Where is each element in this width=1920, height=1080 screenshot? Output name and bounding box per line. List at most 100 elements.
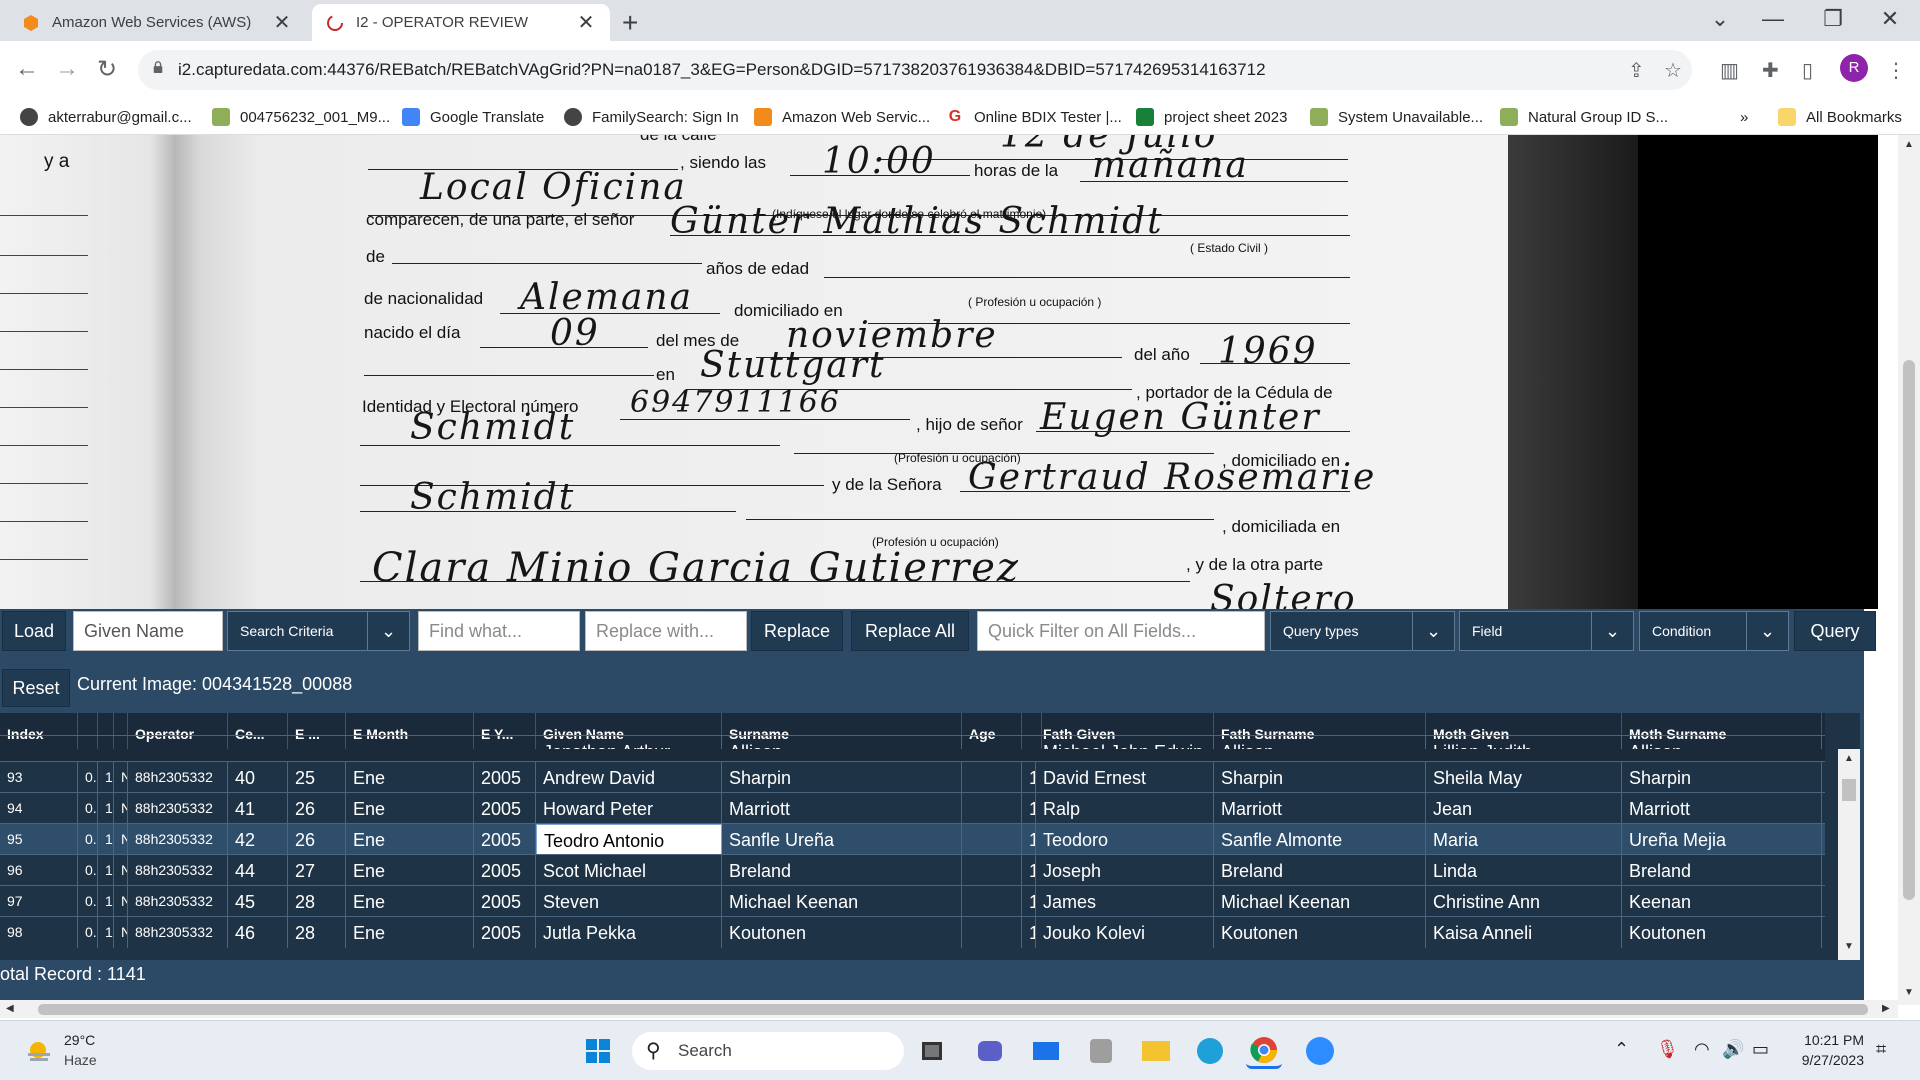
father-given-cell[interactable]: Jouko Kolevi [1036,917,1214,948]
status-cell[interactable]: 0.. [78,917,98,948]
event-month-cell[interactable]: Ene [346,762,474,793]
status-cell[interactable]: 0.. [78,793,98,824]
event-month-cell[interactable]: Ene [346,793,474,824]
back-arrow-icon[interactable]: ← [12,55,42,83]
father-given-cell[interactable]: Joseph [1036,855,1214,886]
relation-flag-cell[interactable]: 1 [1022,855,1036,886]
father-surname-cell[interactable]: Sanfle Almonte [1214,824,1426,855]
given-name-cell[interactable]: Steven [536,886,722,917]
type-cell[interactable]: N [114,824,128,855]
tab-aws[interactable]: Amazon Web Services (AWS) ✕ [8,4,306,41]
microphone-icon[interactable]: 🎙 [1656,1039,1679,1060]
table-row[interactable]: 960..1N88h23053324427Ene2005Scot Michael… [0,854,1825,886]
certificate-cell[interactable]: 40 [228,762,288,793]
age-cell[interactable] [962,917,1022,948]
horizontal-scrollbar[interactable]: ◀ ▶ [0,1000,1898,1018]
given-name-cell[interactable]: Howard Peter [536,793,722,824]
page-vertical-scrollbar[interactable]: ▲ ▼ [1898,135,1920,1005]
windows-start-icon[interactable] [580,1033,616,1069]
age-cell[interactable] [962,793,1022,824]
event-year-cell[interactable]: 2005 [474,824,536,855]
reset-button[interactable]: Reset [2,669,70,707]
zoom-icon[interactable] [1302,1033,1338,1069]
app-icon[interactable] [1083,1033,1119,1069]
given-name-cell[interactable]: Andrew David [536,762,722,793]
operator-cell[interactable]: 88h2305332 [128,793,228,824]
mother-given-cell[interactable]: Kaisa Anneli [1426,917,1622,948]
flag-cell[interactable]: 1 [98,855,114,886]
index-cell[interactable]: 98 [0,917,78,948]
clock-time[interactable]: 10:21 PM [1800,1032,1864,1048]
bookmark-item[interactable]: System Unavailable... [1310,104,1483,130]
flag-cell[interactable]: 1 [98,824,114,855]
mother-given-cell[interactable]: Jean [1426,793,1622,824]
event-year-cell[interactable]: 2005 [474,793,536,824]
table-row[interactable]: 940..1N88h23053324126Ene2005Howard Peter… [0,792,1825,824]
flag-cell[interactable]: 1 [98,762,114,793]
mother-surname-cell[interactable]: Sharpin [1622,762,1822,793]
table-row[interactable]: 930..1N88h23053324025Ene2005Andrew David… [0,761,1825,793]
event-day-cell[interactable]: 26 [288,824,346,855]
surname-cell[interactable]: Marriott [722,793,962,824]
surname-cell[interactable]: Koutonen [722,917,962,948]
event-year-cell[interactable]: 2005 [474,917,536,948]
query-button[interactable]: Query [1794,611,1876,651]
age-cell[interactable] [962,762,1022,793]
age-cell[interactable] [962,824,1022,855]
father-surname-cell[interactable]: Marriott [1214,793,1426,824]
clock-date[interactable]: 9/27/2023 [1794,1052,1864,1068]
status-cell[interactable]: 0.. [78,762,98,793]
event-year-cell[interactable]: 2005 [474,762,536,793]
bookmark-item[interactable]: project sheet 2023 [1136,104,1287,130]
mother-given-cell[interactable]: Maria [1426,824,1622,855]
task-view-icon[interactable] [914,1033,950,1069]
forward-arrow-icon[interactable]: → [52,55,82,83]
father-given-cell[interactable]: Ralp [1036,793,1214,824]
type-cell[interactable]: N [114,793,128,824]
operator-cell[interactable]: 88h2305332 [128,886,228,917]
surname-cell[interactable]: Sharpin [722,762,962,793]
taskbar-search[interactable]: ⚲ Search [632,1032,904,1070]
mother-surname-cell[interactable]: Keenan [1622,886,1822,917]
tab-operator-review[interactable]: I2 - OPERATOR REVIEW ✕ [312,4,610,41]
close-icon[interactable]: ✕ [576,10,596,35]
scroll-thumb[interactable] [1842,779,1856,801]
bookmark-item[interactable]: Natural Group ID S... [1500,104,1668,130]
menu-kebab-icon[interactable]: ⋮ [1886,58,1906,83]
teams-chat-icon[interactable] [972,1033,1008,1069]
relation-flag-cell[interactable]: 1 [1022,762,1036,793]
father-surname-cell[interactable]: Sharpin [1214,762,1426,793]
bookmark-star-icon[interactable]: ☆ [1664,58,1682,83]
certificate-cell[interactable]: 46 [228,917,288,948]
scroll-up-icon[interactable]: ▲ [1904,139,1914,150]
father-surname-cell[interactable]: Koutonen [1214,917,1426,948]
operator-cell[interactable]: 88h2305332 [128,855,228,886]
surname-cell[interactable]: Michael Keenan [722,886,962,917]
given-name-cell[interactable]: Teodro Antonio [536,824,722,855]
scroll-thumb[interactable] [1903,360,1915,900]
search-criteria-select[interactable]: Search Criteria ⌄ [227,611,410,651]
event-day-cell[interactable]: 25 [288,762,346,793]
tab-search-icon[interactable]: ⌄ [1700,6,1740,32]
chrome-icon[interactable] [1246,1033,1282,1069]
status-cell[interactable]: 0.. [78,824,98,855]
weather-icon[interactable] [24,1037,54,1063]
load-button[interactable]: Load [2,611,66,651]
side-panel-icon[interactable]: ▯ [1802,58,1813,83]
replace-input[interactable]: Replace with... [585,611,747,651]
all-bookmarks[interactable]: All Bookmarks [1778,104,1902,130]
age-cell[interactable] [962,886,1022,917]
certificate-cell[interactable]: 44 [228,855,288,886]
surname-cell[interactable]: Sanfle Ureña [722,824,962,855]
table-row[interactable]: 950..1N88h23053324226Ene2005Teodro Anton… [0,823,1825,855]
father-given-cell[interactable]: David Ernest [1036,762,1214,793]
extension-icon[interactable]: ▥ [1720,58,1739,83]
event-month-cell[interactable]: Ene [346,886,474,917]
event-day-cell[interactable]: 28 [288,917,346,948]
status-cell[interactable]: 0.. [78,855,98,886]
index-cell[interactable]: 95 [0,824,78,855]
mother-given-cell[interactable]: Sheila May [1426,762,1622,793]
scroll-down-icon[interactable]: ▼ [1844,941,1854,952]
share-icon[interactable]: ⇪ [1628,58,1645,83]
field-name-input[interactable]: Given Name [73,611,223,651]
